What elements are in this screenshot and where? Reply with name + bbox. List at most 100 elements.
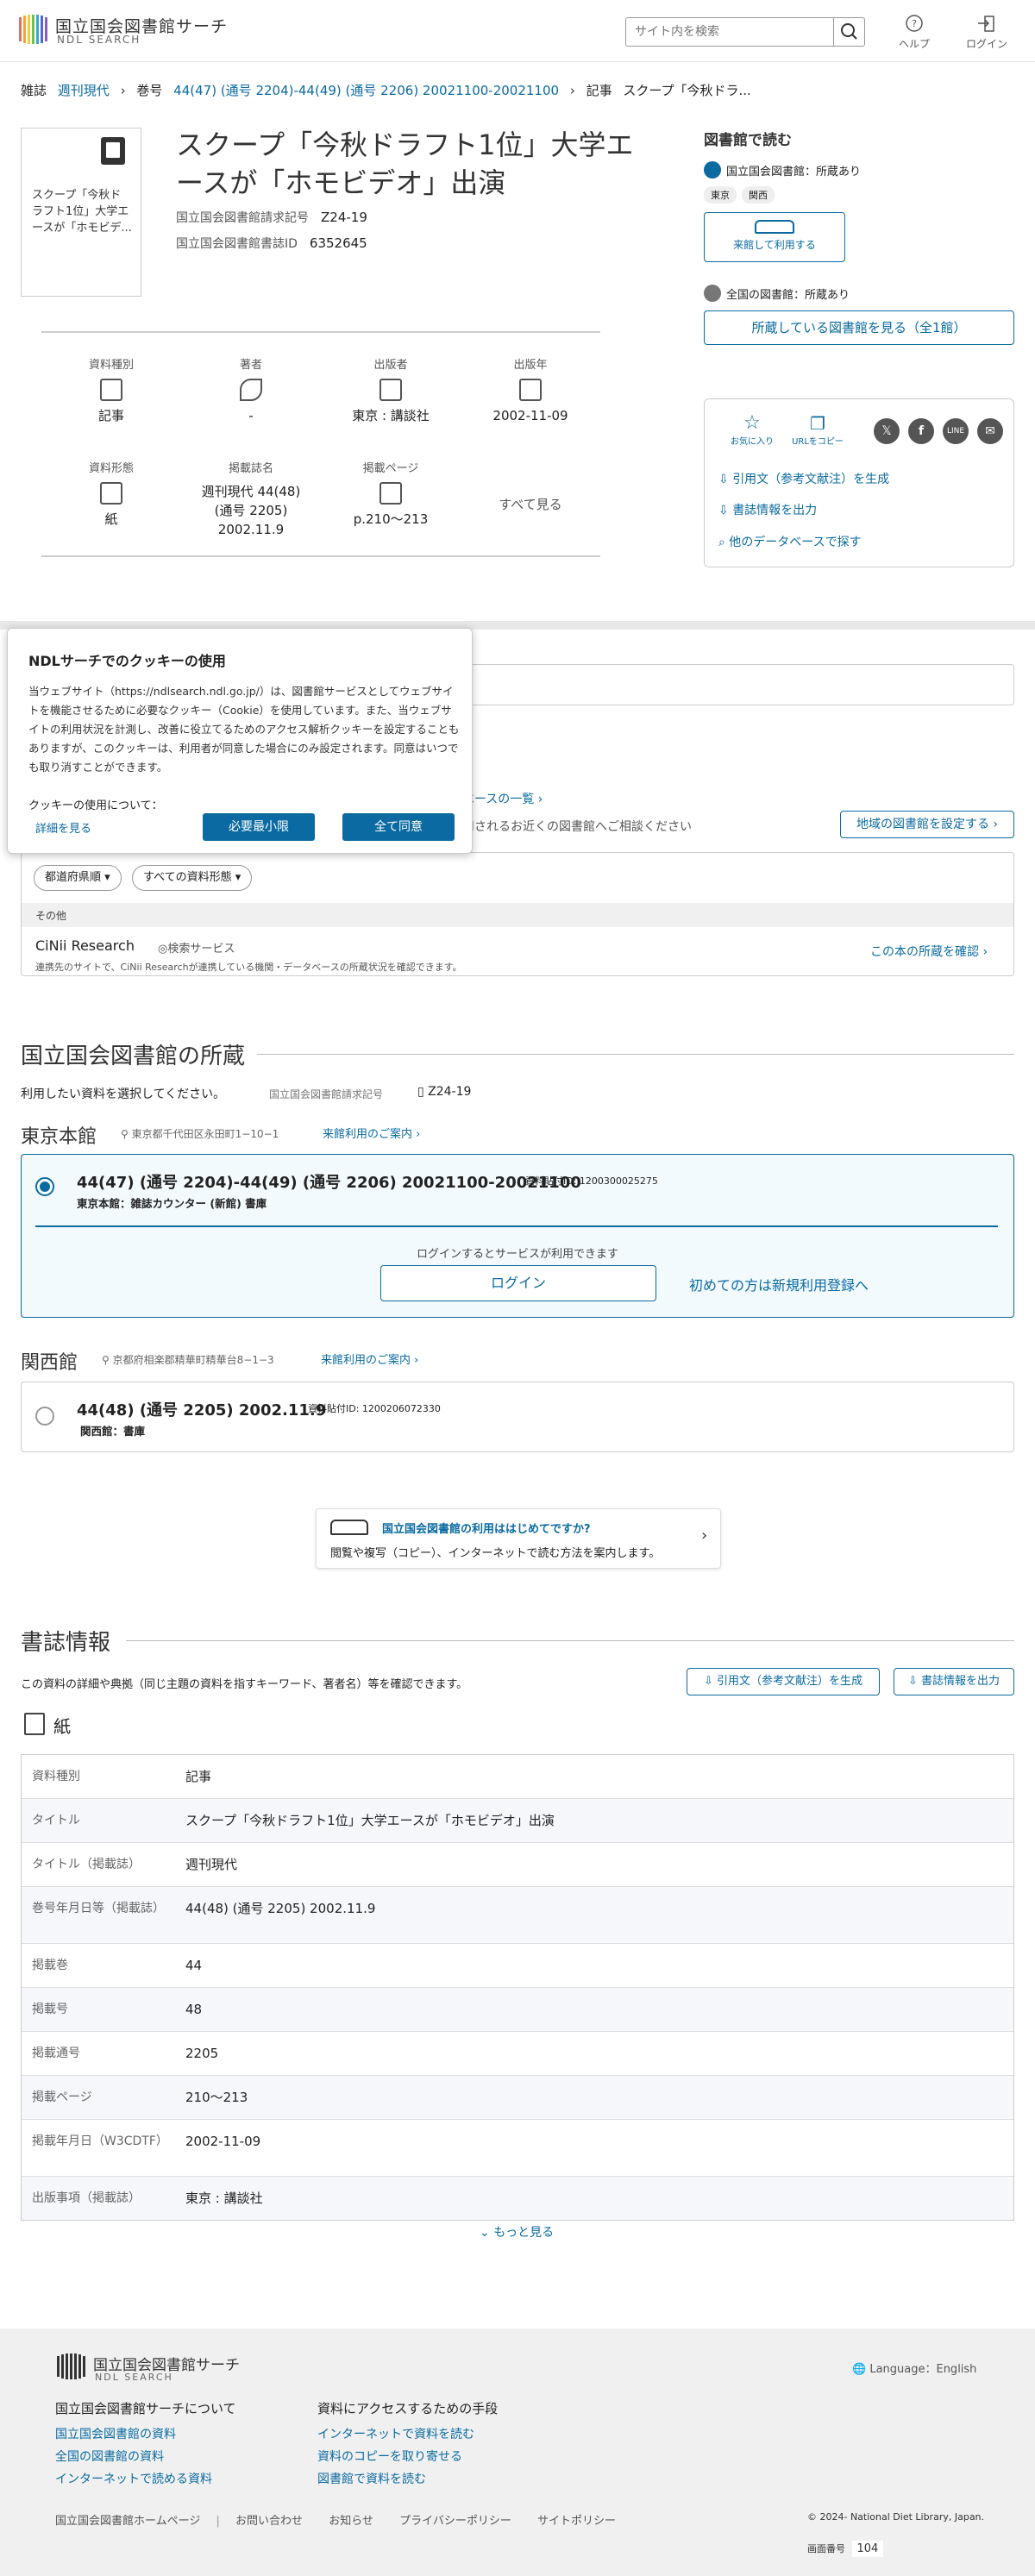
other-db-label: 他のデータベースで探す — [729, 536, 862, 549]
row-key: 掲載通号 — [32, 2046, 80, 2060]
ndl-holding: 国立国会図書館：所蔵あり — [704, 161, 1014, 179]
line-icon[interactable]: LINE — [943, 418, 969, 444]
set-region-button[interactable]: 地域の図書館を設定する › — [840, 811, 1014, 838]
holding-tags: 東京 関西 — [704, 185, 1014, 204]
location-icon: ⚲ — [102, 1354, 110, 1366]
other-db-link[interactable]: ⌕ 他のデータベースで探す — [718, 533, 862, 550]
radio-icon[interactable] — [35, 1407, 54, 1426]
mail-icon[interactable]: ✉ — [977, 418, 1003, 444]
cinii-check-label: この本の所蔵を確認 — [870, 945, 979, 959]
export-link[interactable]: ⇩ 書誌情報を出力 — [718, 501, 817, 518]
help-label: ヘルプ — [898, 38, 930, 50]
library-list-panel: 都道府県順 ▾ すべての資料形態 ▾ その他 CiNii Research ◎検… — [21, 852, 1014, 976]
news-link[interactable]: お知らせ — [329, 2515, 373, 2528]
export-label: 書誌情報を出力 — [732, 504, 818, 517]
biblio-export-button[interactable]: ⇩ 書誌情報を出力 — [894, 1668, 1014, 1695]
search-icon: ⌕ — [718, 536, 725, 549]
footer-link[interactable]: 図書館で資料を読む — [317, 2470, 426, 2487]
copy-url-button[interactable]: ❐ URLをコピー — [787, 413, 848, 447]
tokyo-guide-link[interactable]: 来館利用のご案内 › — [323, 1125, 420, 1141]
first-time-guide[interactable]: 国立国会図書館の利用ははじめてですか? 閲覧や複写（コピー）、インターネットで読… — [316, 1508, 721, 1569]
language-switch[interactable]: 🌐 Language：English — [852, 2360, 976, 2376]
tokyo-heading: 東京本館 — [21, 1126, 97, 1148]
fact-value: 週刊現代 44(48) (通号 2205) 2002.11.9 — [201, 484, 301, 537]
row-key: タイトル（掲載誌） — [32, 1858, 141, 1871]
set-region-label: 地域の図書館を設定する — [856, 818, 989, 831]
contact-link[interactable]: お問い合わせ — [235, 2515, 303, 2528]
breadcrumb-volume-link[interactable]: 44(47) (通号 2204)-44(49) (通号 2206) 200211… — [173, 83, 559, 98]
fact-value: 紙 — [104, 511, 118, 527]
paper-icon — [24, 1713, 45, 1735]
see-all-link[interactable]: すべて見る — [461, 495, 600, 513]
view-libraries-button[interactable]: 所蔵している図書館を見る（全1館） — [704, 310, 1014, 345]
location-icon: ⚲ — [121, 1128, 129, 1140]
cookie-dialog: NDLサーチでのクッキーの使用 当ウェブサイト（https://ndlsearc… — [7, 628, 473, 854]
kansai-guide-link[interactable]: 来館利用のご案内 › — [321, 1351, 418, 1367]
breadcrumb-volume-label: 巻号 — [136, 83, 163, 98]
favorite-label: お気に入り — [731, 437, 774, 447]
pref-order-label: 都道府県順 — [45, 871, 102, 884]
title-link[interactable]: スクープ「今秋ドラフト1位」大学エースが「ホモビデオ」出演 — [185, 1799, 1013, 1842]
biblio-cite-button[interactable]: ⇩ 引用文（参考文献注）を生成 — [687, 1668, 880, 1695]
ndl-call-label: 国立国会図書館請求記号 — [269, 1088, 384, 1100]
ndl-home-link[interactable]: 国立国会図書館ホームページ — [55, 2515, 200, 2528]
visit-button[interactable]: 来館して利用する — [704, 212, 845, 262]
fact-label: 資料種別 — [88, 359, 134, 372]
favorite-button[interactable]: ☆ お気に入り — [722, 413, 782, 448]
breadcrumb-type: 雑誌 — [21, 83, 47, 98]
cinii-check-link[interactable]: この本の所蔵を確認 › — [870, 943, 988, 960]
form-type-select[interactable]: すべての資料形態 ▾ — [132, 865, 253, 891]
cookie-detail-link[interactable]: 詳細を見る — [35, 819, 91, 836]
holding-login-button[interactable]: ログイン — [380, 1265, 656, 1301]
call-number-label: 国立国会図書館請求記号 — [176, 211, 309, 225]
facebook-icon[interactable]: f — [908, 418, 934, 444]
site-policy-link[interactable]: サイトポリシー — [537, 2515, 616, 2528]
x-icon[interactable]: 𝕏 — [874, 418, 900, 444]
footer-link[interactable]: インターネットで資料を読む — [317, 2425, 474, 2442]
ndl-logo-icon[interactable] — [17, 12, 52, 47]
row-key: 掲載巻 — [32, 1959, 68, 1972]
kansai-address: ⚲ 京都府相楽郡精華町精華台8−1−3 — [102, 1352, 274, 1367]
search-input[interactable] — [626, 18, 833, 46]
svg-text:?: ? — [912, 18, 917, 29]
footer-link[interactable]: 全国の図書館の資料 — [55, 2448, 164, 2465]
kansai-holding-card[interactable]: 44(48) (通号 2205) 2002.11.9 資料貼付ID: 12002… — [21, 1382, 1014, 1452]
breadcrumb-current: スクープ「今秋ドラ... — [623, 83, 751, 98]
ndl-logo-icon[interactable] — [55, 2351, 86, 2382]
table-row: 掲載号 48 — [22, 1988, 1013, 2032]
table-row: タイトル スクープ「今秋ドラフト1位」大学エースが「ホモビデオ」出演 — [22, 1799, 1013, 1843]
login-link[interactable]: ログイン — [961, 14, 1013, 51]
footer-link[interactable]: インターネットで読める資料 — [55, 2470, 212, 2487]
site-footer: 国立国会図書館サーチ NDL SEARCH 🌐 Language：English… — [0, 2328, 1035, 2576]
cookie-minimum-button[interactable]: 必要最小限 — [203, 813, 315, 841]
select-instruction: 利用したい資料を選択してください。 — [21, 1087, 226, 1101]
search-button[interactable] — [833, 18, 864, 46]
tokyo-holding-card[interactable]: 44(47) (通号 2204)-44(49) (通号 2206) 200211… — [21, 1154, 1014, 1318]
language-label: Language：English — [869, 2363, 977, 2376]
item-thumbnail[interactable]: スクープ「今秋ドラフト1位」大学エースが「ホモビデ... — [21, 128, 141, 297]
pref-order-select[interactable]: 都道府県順 ▾ — [34, 865, 122, 891]
cite-link[interactable]: ⇩ 引用文（参考文献注）を生成 — [718, 470, 889, 487]
kansai-attach-id: 資料貼付ID: 1200206072330 — [308, 1403, 441, 1414]
row-key: 掲載ページ — [32, 2090, 92, 2104]
chevron-down-icon: ⌄ — [480, 2226, 490, 2240]
breadcrumb-magazine-link[interactable]: 週刊現代 — [58, 83, 110, 98]
row-value: 記事 — [185, 1769, 212, 1784]
db-list-link[interactable]: ベースの一覧 › — [462, 790, 543, 807]
tokyo-guide-label: 来館利用のご案内 — [323, 1128, 413, 1141]
privacy-link[interactable]: プライバシーポリシー — [399, 2515, 511, 2528]
cookie-agree-button[interactable]: 全て同意 — [342, 813, 455, 841]
cite-label: 引用文（参考文献注）を生成 — [732, 473, 890, 486]
help-button[interactable]: ? ヘルプ — [888, 14, 940, 51]
radio-icon[interactable] — [35, 1177, 54, 1196]
footer-link[interactable]: 資料のコピーを取り寄せる — [317, 2448, 462, 2465]
table-row: タイトル（掲載誌） 週刊現代 — [22, 1843, 1013, 1887]
footer-link[interactable]: 国立国会図書館の資料 — [55, 2425, 176, 2442]
show-more-link[interactable]: ⌄ もっと見る — [480, 2223, 554, 2241]
logo-text-en: NDL SEARCH — [57, 34, 141, 46]
table-row: 掲載通号 2205 — [22, 2032, 1013, 2076]
visit-button-label: 来館して利用する — [733, 239, 816, 251]
calendar-icon — [519, 379, 542, 401]
fact-journal: 掲載誌名 週刊現代 44(48) (通号 2205) 2002.11.9 — [181, 459, 321, 539]
register-link[interactable]: 初めての方は新規利用登録へ — [689, 1274, 869, 1294]
